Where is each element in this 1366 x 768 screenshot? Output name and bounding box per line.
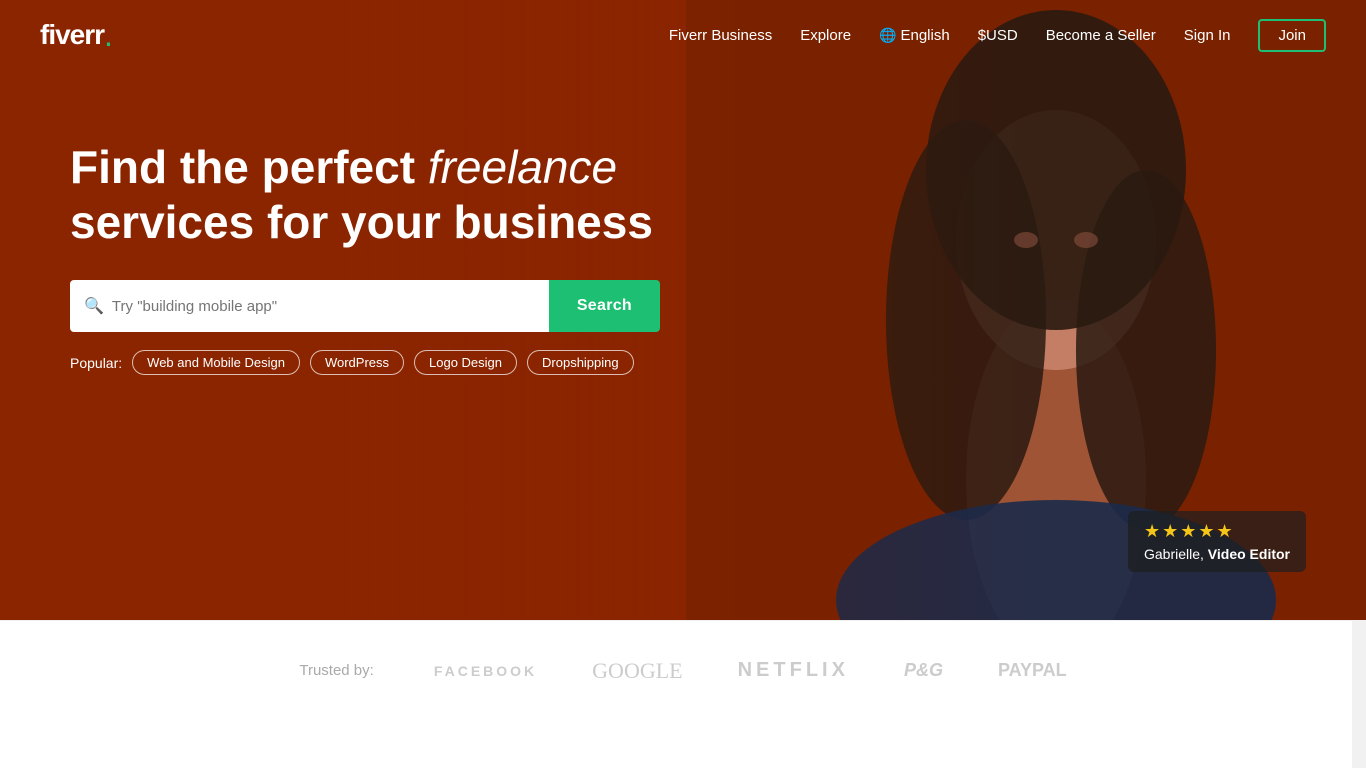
logo[interactable]: fiverr.: [40, 19, 113, 51]
nav-explore[interactable]: Explore: [800, 27, 851, 44]
search-icon: 🔍: [84, 296, 104, 316]
trusted-section: Trusted by: FACEBOOK Google NETFLIX P&G …: [0, 620, 1366, 720]
popular-tag-0[interactable]: Web and Mobile Design: [132, 350, 300, 375]
search-bar: 🔍 Search: [70, 280, 660, 332]
popular-tag-2[interactable]: Logo Design: [414, 350, 517, 375]
navbar: fiverr. Fiverr Business Explore 🌐 Englis…: [0, 0, 1366, 70]
search-input-wrapper: 🔍: [70, 280, 549, 332]
paypal-logo: PayPal: [998, 660, 1067, 681]
globe-icon: 🌐: [879, 27, 896, 44]
netflix-logo: NETFLIX: [738, 659, 849, 682]
popular-label: Popular:: [70, 355, 122, 371]
nav-sign-in[interactable]: Sign In: [1184, 27, 1231, 44]
popular-tags-row: Popular: Web and Mobile Design WordPress…: [70, 350, 660, 375]
search-input[interactable]: [112, 298, 535, 315]
seller-badge: ★★★★★ Gabrielle, Video Editor: [1128, 511, 1306, 572]
hero-title: Find the perfect freelance services for …: [70, 140, 660, 250]
nav-currency[interactable]: $USD: [978, 27, 1018, 44]
hero-content: Find the perfect freelance services for …: [70, 140, 660, 375]
facebook-logo: FACEBOOK: [434, 663, 537, 679]
nav-language[interactable]: 🌐 English: [879, 27, 950, 44]
hero-section: fiverr. Fiverr Business Explore 🌐 Englis…: [0, 0, 1366, 620]
logo-text: fiverr: [40, 19, 104, 51]
popular-tag-3[interactable]: Dropshipping: [527, 350, 634, 375]
trusted-label: Trusted by:: [299, 662, 373, 679]
trusted-logos: FACEBOOK Google NETFLIX P&G PayPal: [434, 658, 1067, 684]
nav-links: Fiverr Business Explore 🌐 English $USD B…: [669, 19, 1326, 52]
seller-name: Gabrielle, Video Editor: [1144, 546, 1290, 562]
popular-tag-1[interactable]: WordPress: [310, 350, 404, 375]
search-button[interactable]: Search: [549, 280, 660, 332]
google-logo: Google: [592, 658, 682, 684]
logo-dot: .: [104, 19, 113, 51]
nav-fiverr-business[interactable]: Fiverr Business: [669, 27, 772, 44]
pg-logo: P&G: [904, 660, 943, 681]
join-button[interactable]: Join: [1258, 19, 1326, 52]
seller-stars: ★★★★★: [1144, 521, 1290, 542]
nav-become-seller[interactable]: Become a Seller: [1046, 27, 1156, 44]
